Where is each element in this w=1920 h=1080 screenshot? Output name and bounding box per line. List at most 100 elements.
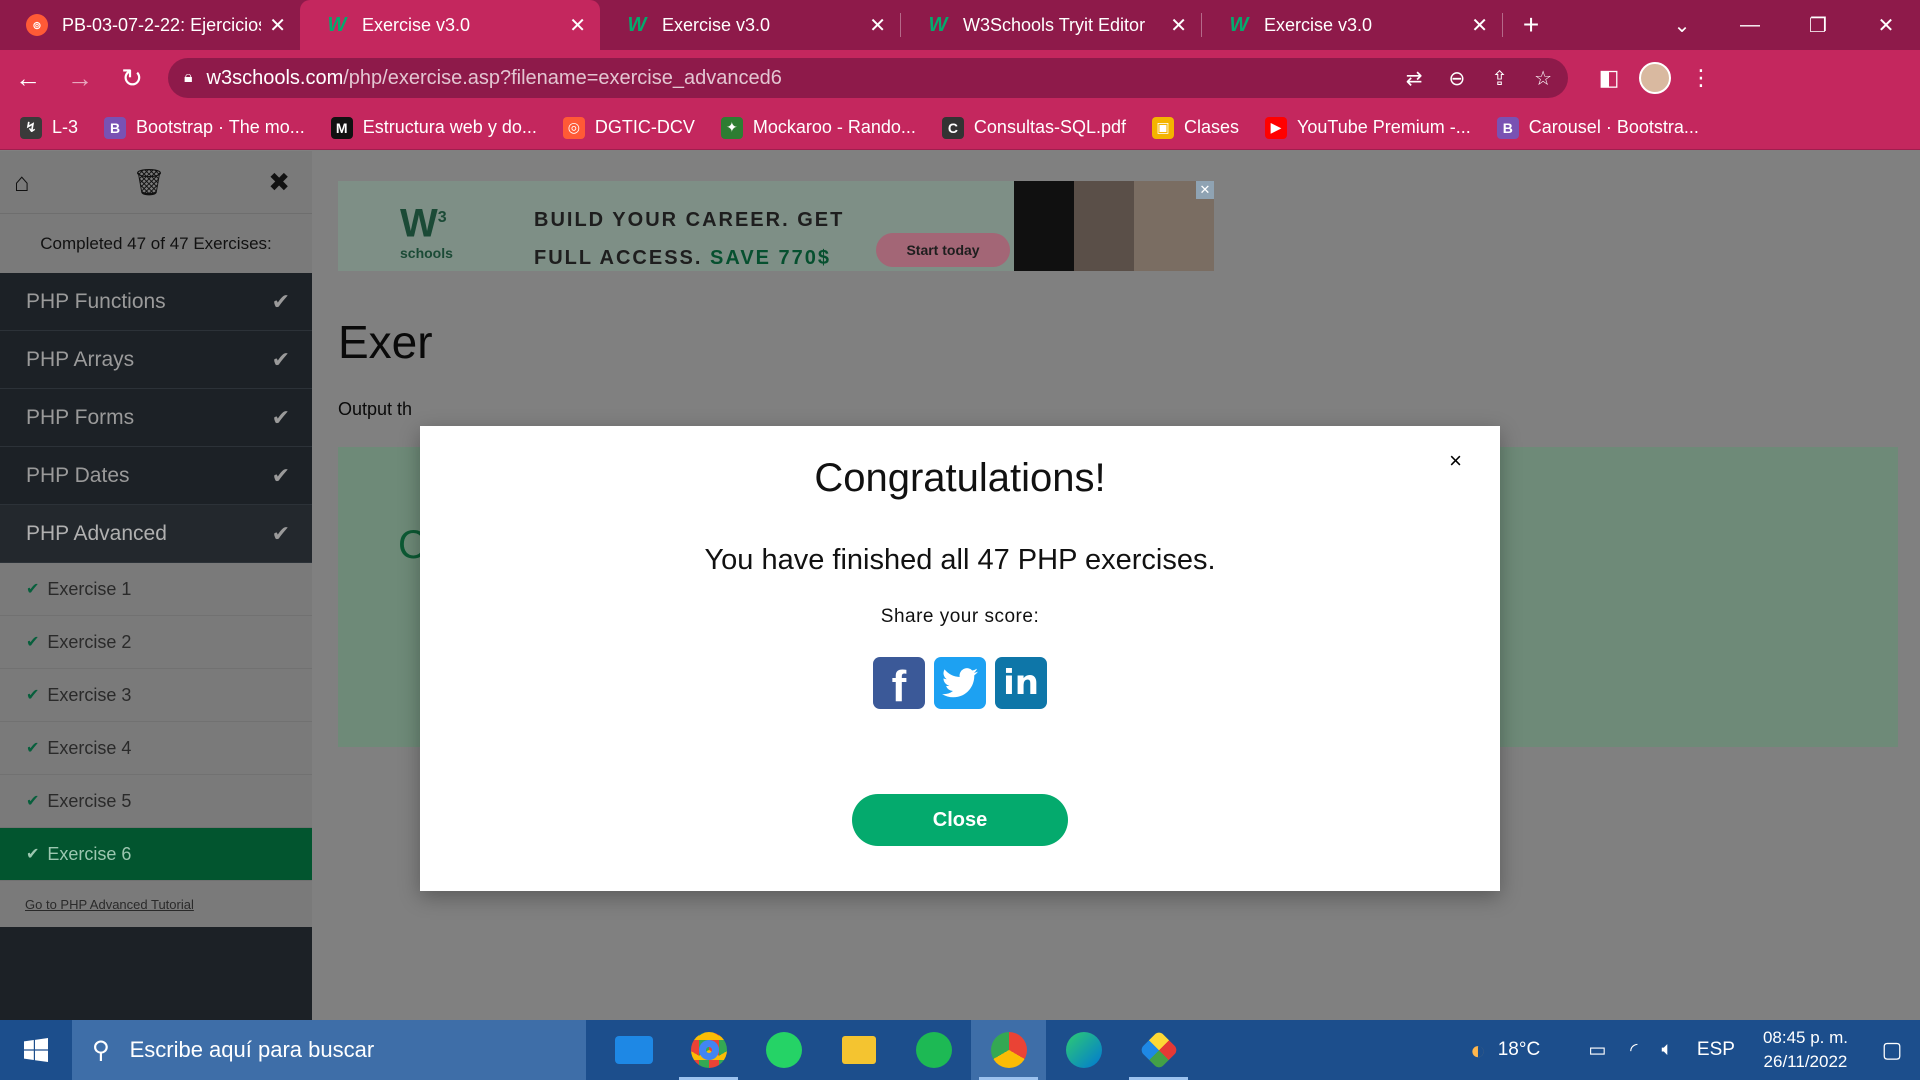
tab-close-icon[interactable]: ✕ (1471, 13, 1488, 38)
twitter-share-button[interactable] (934, 657, 986, 709)
star-icon[interactable]: ☆ (1534, 66, 1552, 91)
sidebar-exercise-1[interactable]: ✔ Exercise 1 (0, 563, 312, 616)
start-button[interactable] (0, 1020, 72, 1080)
close-icon[interactable]: ✖ (268, 167, 290, 198)
ad-start-button[interactable]: Start today (876, 233, 1010, 267)
side-panel-button[interactable]: ◧ (1586, 55, 1632, 101)
category-label: PHP Functions (26, 289, 166, 313)
exercise-label: Exercise 5 (47, 790, 132, 811)
sidebar-category-advanced[interactable]: PHP Advanced ✔ (0, 505, 312, 563)
linkedin-share-button[interactable]: in (995, 657, 1047, 709)
browser-tab-5[interactable]: W Exercise v3.0 ✕ (1202, 0, 1502, 50)
w3-favicon-icon: W (928, 13, 948, 36)
whatsapp-app[interactable] (746, 1020, 821, 1080)
check-icon: ✔ (271, 462, 290, 488)
browser-tab-3[interactable]: W Exercise v3.0 ✕ (600, 0, 900, 50)
spotify-app[interactable] (896, 1020, 971, 1080)
restore-button[interactable]: ❐ (1784, 0, 1852, 50)
bookmark-item[interactable]: ✦ Mockaroo - Rando... (720, 116, 916, 139)
menu-button[interactable]: ⋮ (1678, 55, 1724, 101)
language-button[interactable]: ESP (1685, 1020, 1747, 1080)
snipping-app[interactable] (1121, 1020, 1196, 1080)
check-icon: ✔ (26, 687, 40, 704)
tab-close-icon[interactable]: ✕ (869, 13, 886, 38)
chevron-down-icon: ⌄ (1673, 14, 1691, 37)
browser-tab-4[interactable]: W W3Schools Tryit Editor ✕ (901, 0, 1201, 50)
bookmark-item[interactable]: C Consultas-SQL.pdf (941, 116, 1126, 139)
tab-close-icon[interactable]: ✕ (569, 13, 586, 38)
zoom-icon[interactable]: ⊖ (1449, 66, 1466, 91)
forward-button[interactable]: → (56, 54, 104, 102)
chrome-app[interactable] (671, 1020, 746, 1080)
address-bar[interactable]: 🔒︎ w3schools.com/php/exercise.asp?filena… (168, 58, 1568, 98)
ad-save-text: SAVE 770$ (710, 247, 832, 269)
home-icon[interactable]: ⌂ (14, 167, 30, 198)
tutorial-link[interactable]: Go to PHP Advanced Tutorial (0, 881, 312, 927)
sidebar-category-arrays[interactable]: PHP Arrays ✔ (0, 331, 312, 389)
back-button[interactable]: ← (4, 54, 52, 102)
bookmark-icon: ◎ (562, 116, 585, 139)
reload-icon: ↻ (121, 62, 143, 93)
linkedin-icon: in (1003, 663, 1039, 703)
bookmark-item[interactable]: ▣ Clases (1152, 116, 1239, 139)
share-icon[interactable]: ⇪ (1491, 66, 1508, 91)
sidebar-exercise-6[interactable]: ✔ Exercise 6 (0, 828, 312, 881)
close-window-button[interactable]: ✕ (1852, 0, 1920, 50)
browser-tab-1[interactable]: ⊚ PB-03-07-2-22: Ejercicios ✕ (0, 0, 300, 50)
clock-date: 26/11/2022 (1763, 1052, 1848, 1071)
bookmark-item[interactable]: B Bootstrap · The mo... (104, 116, 305, 139)
taskbar-search[interactable]: ⚲ Escribe aquí para buscar (72, 1020, 586, 1080)
mail-icon (614, 1036, 653, 1064)
edge-icon (1065, 1032, 1102, 1068)
ad-line-2: FULL ACCESS. (534, 247, 703, 269)
volume-button[interactable]: 🔈︎ (1650, 1020, 1685, 1080)
tab-title: Exercise v3.0 (662, 14, 771, 35)
file-explorer-app[interactable] (821, 1020, 896, 1080)
battery-button[interactable]: ▭ (1576, 1020, 1618, 1080)
exercise-label: Exercise 1 (47, 578, 132, 599)
bookmark-item[interactable]: ▶ YouTube Premium -... (1265, 116, 1471, 139)
chrome-profile-app[interactable] (971, 1020, 1046, 1080)
sidebar-exercise-3[interactable]: ✔ Exercise 3 (0, 669, 312, 722)
system-tray: ◐ 18°C ▭ ◜ 🔈︎ ESP 08:45 p. m. 26/11/2022 … (1458, 1020, 1920, 1080)
sidebar-exercise-2[interactable]: ✔ Exercise 2 (0, 616, 312, 669)
completed-counter: Completed 47 of 47 Exercises: (0, 213, 312, 273)
edge-app[interactable] (1046, 1020, 1121, 1080)
clock[interactable]: 08:45 p. m. 26/11/2022 (1747, 1026, 1864, 1074)
close-button[interactable]: Close (852, 794, 1068, 846)
profile-button[interactable] (1632, 55, 1678, 101)
ad-banner[interactable]: W3 schools BUILD YOUR CAREER. GET FULL AC… (338, 181, 1214, 271)
minimize-button[interactable]: — (1716, 0, 1784, 50)
plus-icon: + (1522, 9, 1540, 40)
network-button[interactable]: ◜ (1618, 1020, 1649, 1080)
sidebar-category-dates[interactable]: PHP Dates ✔ (0, 447, 312, 505)
bookmark-item[interactable]: B Carousel · Bootstra... (1496, 116, 1699, 139)
new-tab-button[interactable]: + (1503, 0, 1559, 50)
weather-widget[interactable]: ◐ 18°C (1458, 1020, 1552, 1080)
tab-title: Exercise v3.0 (1264, 14, 1373, 35)
facebook-share-button[interactable]: f (873, 657, 925, 711)
taskbar-apps (596, 1020, 1196, 1080)
omnibox-actions: ⇄ ⊖ ⇪ ☆ (1406, 66, 1552, 91)
tab-close-icon[interactable]: ✕ (1170, 13, 1187, 38)
sidebar-exercise-5[interactable]: ✔ Exercise 5 (0, 775, 312, 828)
bookmark-label: YouTube Premium -... (1297, 117, 1471, 137)
browser-tab-2[interactable]: W Exercise v3.0 ✕ (300, 0, 600, 50)
tab-close-icon[interactable]: ✕ (269, 13, 286, 38)
sidebar-category-forms[interactable]: PHP Forms ✔ (0, 389, 312, 447)
bookmark-item[interactable]: M Estructura web y do... (330, 116, 537, 139)
sidebar-category-functions[interactable]: PHP Functions ✔ (0, 273, 312, 331)
bookmark-icon: B (104, 116, 127, 139)
trash-icon[interactable]: 🗑︎ (132, 167, 165, 198)
tab-search-button[interactable]: ⌄ (1648, 0, 1716, 50)
mail-app[interactable] (596, 1020, 671, 1080)
ad-close-icon[interactable]: ✕ (1196, 181, 1214, 199)
sidebar-exercise-4[interactable]: ✔ Exercise 4 (0, 722, 312, 775)
reload-button[interactable]: ↻ (108, 54, 156, 102)
bookmark-item[interactable]: ↯ L-3 (20, 116, 78, 139)
translate-icon[interactable]: ⇄ (1406, 66, 1423, 91)
notifications-button[interactable]: ▢ (1864, 1020, 1920, 1080)
tab-title: PB-03-07-2-22: Ejercicios (62, 14, 262, 35)
bookmark-item[interactable]: ◎ DGTIC-DCV (562, 116, 695, 139)
browser-toolbar: ← → ↻ 🔒︎ w3schools.com/php/exercise.asp?… (0, 50, 1920, 106)
